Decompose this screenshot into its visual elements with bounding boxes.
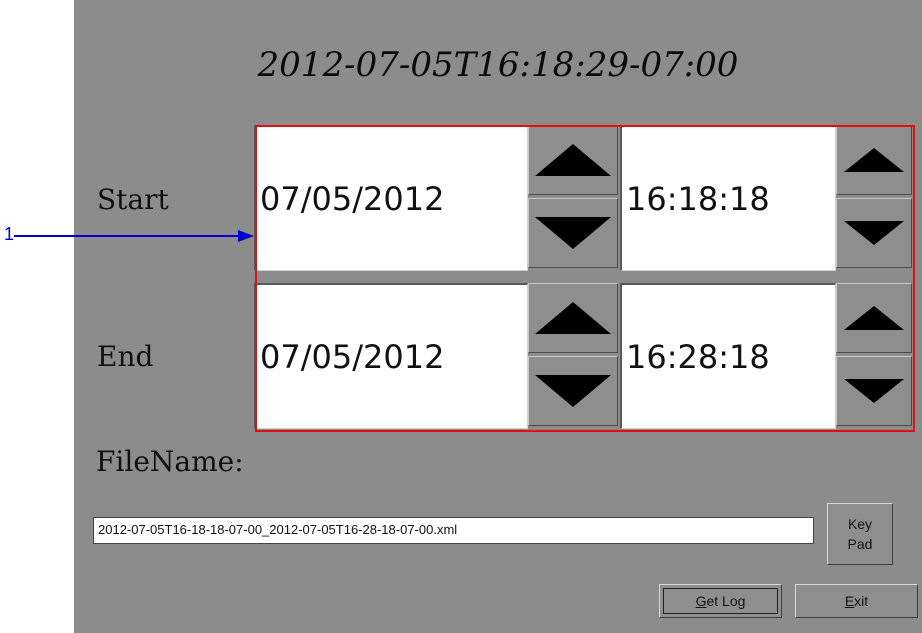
callout-arrow-icon [14, 230, 254, 242]
filename-label: FileName: [96, 445, 244, 478]
get-log-button[interactable]: Get Log [659, 584, 782, 618]
triangle-down-icon [844, 379, 904, 403]
start-time-field[interactable]: 16:18:18 [620, 125, 836, 271]
triangle-up-icon [844, 148, 904, 172]
end-date-up-button[interactable] [528, 283, 618, 353]
triangle-up-icon [535, 144, 611, 176]
triangle-up-icon [535, 302, 611, 334]
end-date-down-button[interactable] [528, 356, 618, 426]
triangle-down-icon [535, 217, 611, 249]
end-date-field[interactable]: 07/05/2012 [254, 283, 528, 429]
triangle-down-icon [844, 221, 904, 245]
end-time-up-button[interactable] [836, 283, 912, 353]
start-time-up-button[interactable] [836, 125, 912, 195]
end-time-field[interactable]: 16:28:18 [620, 283, 836, 429]
start-date-field[interactable]: 07/05/2012 [254, 125, 528, 271]
triangle-up-icon [844, 306, 904, 330]
end-label: End [97, 340, 154, 373]
keypad-button[interactable]: Key Pad [827, 503, 893, 565]
start-time-down-button[interactable] [836, 198, 912, 268]
end-time-down-button[interactable] [836, 356, 912, 426]
get-log-label: et Log [706, 593, 746, 609]
exit-label: xit [854, 593, 869, 609]
filename-input[interactable]: 2012-07-05T16-18-18-07-00_2012-07-05T16-… [93, 517, 814, 544]
triangle-down-icon [535, 375, 611, 407]
get-log-mnemonic: G [695, 593, 707, 609]
start-date-down-button[interactable] [528, 198, 618, 268]
keypad-label-line2: Pad [847, 536, 873, 552]
start-date-up-button[interactable] [528, 125, 618, 195]
exit-mnemonic: E [844, 593, 855, 609]
keypad-label-line1: Key [847, 516, 873, 532]
exit-button[interactable]: Exit [795, 584, 918, 618]
